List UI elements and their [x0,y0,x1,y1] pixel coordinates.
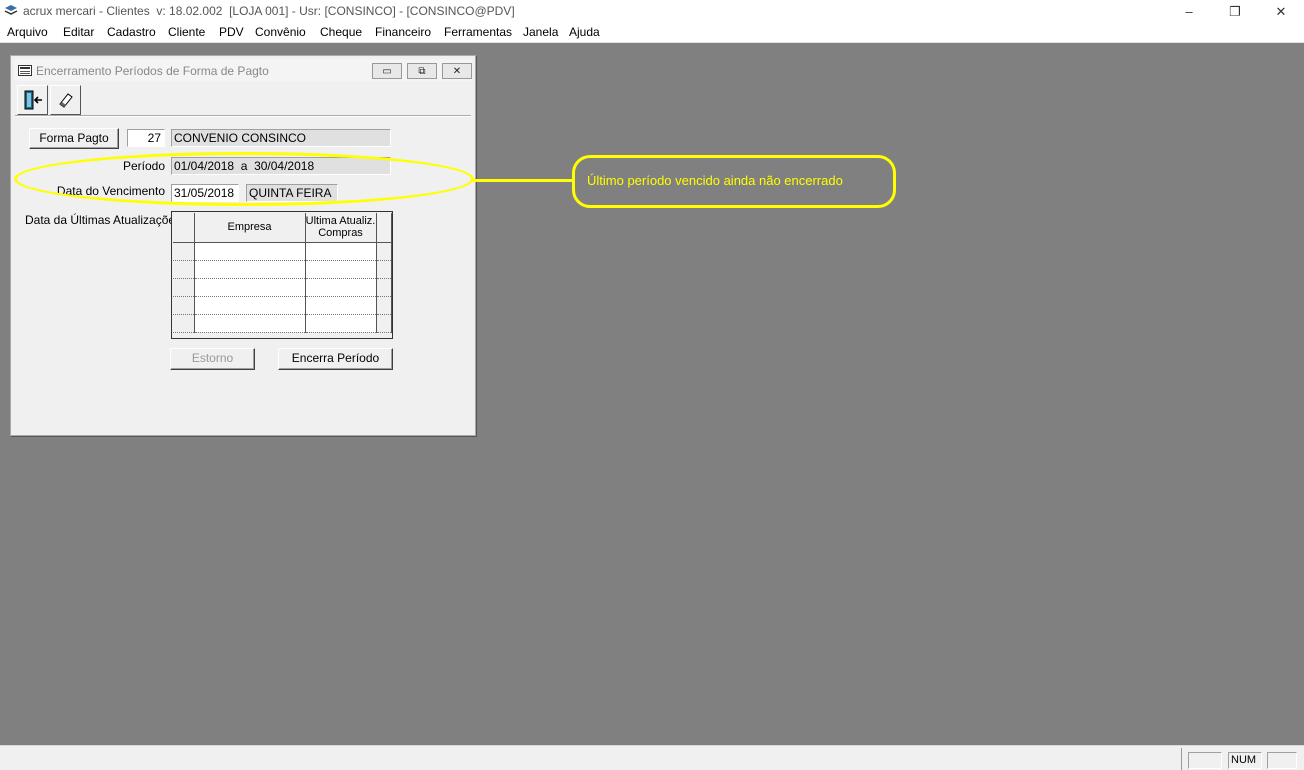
menu-pdv[interactable]: PDV [219,25,244,39]
forma-pagto-code[interactable]: 27 [127,129,165,147]
minimize-icon: ▭ [382,65,392,77]
dialog-title: Encerramento Períodos de Forma de Pagto [36,64,269,78]
form-icon [18,65,32,76]
dialog-toolbar [15,83,471,117]
forma-pagto-button[interactable]: Forma Pagto [29,128,119,149]
table-row[interactable] [173,296,392,315]
table-row[interactable] [173,278,392,297]
statusbar: NUM [0,745,1304,770]
minimize-icon: – [1185,4,1193,19]
annotation-callout: Último período vencido ainda não encerra… [572,155,896,208]
mdi-workspace: Encerramento Períodos de Forma de Pagto … [0,43,1304,745]
menu-arquivo[interactable]: Arquivo [7,25,48,39]
status-separator [1181,748,1182,770]
close-icon: ✕ [452,65,462,77]
menu-cheque[interactable]: Cheque [320,25,362,39]
grid-col-empresa[interactable]: Empresa [194,213,306,243]
encerramento-dialog: Encerramento Períodos de Forma de Pagto … [10,55,476,436]
estorno-button[interactable]: Estorno [170,348,255,370]
close-button[interactable]: ✕ [1258,0,1304,23]
encerra-periodo-button[interactable]: Encerra Período [278,348,393,370]
dialog-close-button[interactable]: ✕ [442,63,472,79]
forma-pagto-description: CONVENIO CONSINCO [171,129,391,147]
table-row[interactable] [173,242,392,261]
grid-col-ultima[interactable]: Ultima Atualiz. Compras [305,213,377,243]
annotation-text: Último período vencido ainda não encerra… [587,173,843,188]
menu-ferramentas[interactable]: Ferramentas [444,25,512,39]
menu-ajuda[interactable]: Ajuda [569,25,600,39]
grid-header: Empresa Ultima Atualiz. Compras [173,213,392,243]
restore-icon: ❐ [1229,3,1241,19]
menu-editar[interactable]: Editar [63,25,94,39]
dialog-titlebar: Encerramento Períodos de Forma de Pagto … [14,59,472,81]
restore-button[interactable]: ❐ [1212,0,1258,23]
dialog-restore-button[interactable]: ⧉ [407,63,437,79]
exit-door-icon [24,90,42,110]
app-titlebar: acrux mercari - Clientes v: 18.02.002 [L… [0,0,1304,23]
table-row[interactable] [173,314,392,333]
menu-financeiro[interactable]: Financeiro [375,25,431,39]
restore-icon: ⧉ [418,65,426,77]
app-title: acrux mercari - Clientes v: 18.02.002 [L… [23,4,515,18]
annotation-connector [473,179,573,182]
menu-janela[interactable]: Janela [523,25,558,39]
highlight-ellipse [14,152,474,206]
menu-cadastro[interactable]: Cadastro [107,25,156,39]
acrux-logo-icon [4,5,18,15]
ultimas-label: Data da Últimas Atualizações [25,213,182,227]
grid-col-ultima-line2: Compras [318,227,363,240]
minimize-button[interactable]: – [1166,0,1212,23]
exit-button[interactable] [17,85,48,115]
status-num-indicator: NUM [1228,752,1262,769]
menu-cliente[interactable]: Cliente [168,25,205,39]
grid-filler [376,213,392,243]
eraser-icon [58,93,73,108]
menu-convenio[interactable]: Convênio [255,25,306,39]
ultimas-grid[interactable]: Empresa Ultima Atualiz. Compras [171,211,393,339]
clear-button[interactable] [50,85,81,115]
grid-indicator-header [173,213,195,243]
dialog-minimize-button[interactable]: ▭ [372,63,402,79]
menubar: Arquivo Editar Cadastro Cliente PDV Conv… [0,23,1304,43]
table-row[interactable] [173,260,392,279]
close-icon: ✕ [1275,3,1287,19]
status-panel-empty [1188,752,1222,769]
grid-col-ultima-line1: Ultima Atualiz. [305,215,376,228]
status-panel-extra [1267,752,1297,769]
